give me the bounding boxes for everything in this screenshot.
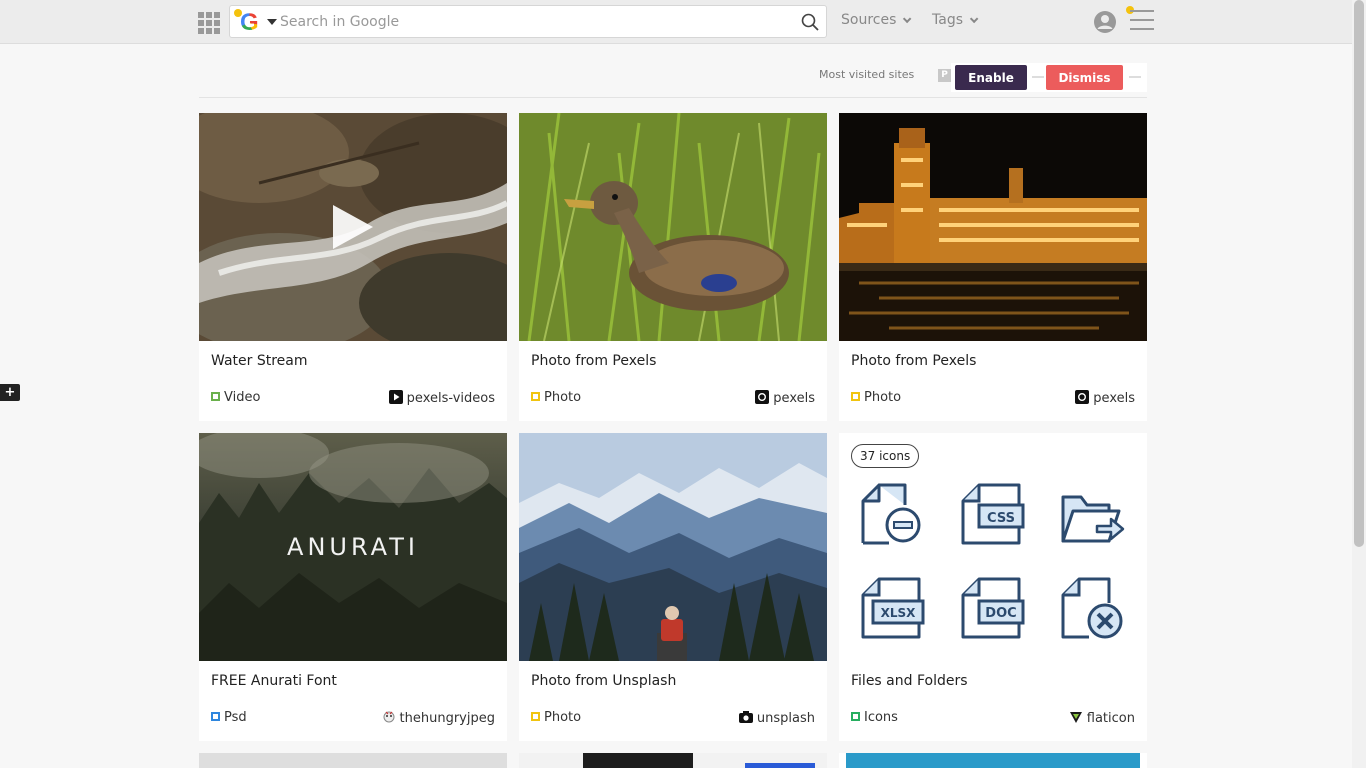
most-visited-label: Most visited sites bbox=[819, 68, 915, 81]
card-title[interactable]: Photo from Unsplash bbox=[531, 673, 676, 689]
type-label: Icons bbox=[864, 710, 898, 725]
xlsx-file-icon: XLSX bbox=[861, 577, 925, 639]
most-visited-panel: Enable Dismiss bbox=[951, 63, 1147, 92]
type-square-icon bbox=[531, 712, 540, 721]
google-icon: G bbox=[240, 9, 259, 36]
card-photo-pexels-duck[interactable]: Photo from Pexels Photo pexels bbox=[519, 113, 827, 421]
xlsx-file-label: XLSX bbox=[881, 606, 917, 620]
search-icon[interactable] bbox=[800, 12, 820, 32]
icons-count-badge: 37 icons bbox=[851, 444, 920, 468]
search-input[interactable] bbox=[280, 9, 780, 35]
tags-dropdown[interactable]: Tags bbox=[932, 12, 979, 28]
most-visited-bar: Most visited sites P Enable Dismiss bbox=[199, 58, 1147, 98]
photo-thumbnail[interactable] bbox=[519, 113, 827, 341]
type-label: Photo bbox=[864, 390, 902, 405]
card-title[interactable]: FREE Anurati Font bbox=[211, 673, 337, 689]
search-engine-selector[interactable]: G bbox=[234, 9, 277, 36]
p-badge-icon: P bbox=[938, 69, 951, 82]
source-label: unsplash bbox=[756, 711, 815, 726]
type-tag[interactable]: Photo bbox=[851, 390, 901, 405]
type-tag[interactable]: Icons bbox=[851, 710, 898, 725]
file-minus-icon bbox=[861, 483, 921, 545]
doc-file-label: DOC bbox=[985, 606, 1016, 621]
folder-export-icon bbox=[1061, 495, 1125, 543]
card-title[interactable]: Photo from Pexels bbox=[851, 353, 976, 369]
source-label: pexels-videos bbox=[406, 391, 495, 406]
arrow-right-icon bbox=[1129, 76, 1141, 78]
top-bar: G Sources Tags bbox=[0, 0, 1352, 44]
card-files-and-folders[interactable]: 37 icons CSS XLSX DOC Files and Folders … bbox=[839, 433, 1147, 741]
card-title[interactable]: Photo from Pexels bbox=[531, 353, 656, 369]
card-title[interactable]: Files and Folders bbox=[851, 673, 968, 689]
camera-icon bbox=[755, 390, 770, 404]
source-link[interactable]: pexels-videos bbox=[388, 390, 495, 406]
css-file-label: CSS bbox=[987, 511, 1015, 526]
type-tag[interactable]: Photo bbox=[531, 710, 581, 725]
card-photo-pexels-parliament[interactable]: Photo from Pexels Photo pexels bbox=[839, 113, 1147, 421]
photo-thumbnail[interactable] bbox=[519, 433, 827, 661]
sources-dropdown[interactable]: Sources bbox=[841, 12, 912, 28]
card-partial-2[interactable] bbox=[519, 753, 827, 768]
source-label: flaticon bbox=[1086, 711, 1135, 726]
type-label: Video bbox=[224, 390, 261, 405]
source-label: thehungryjpeg bbox=[399, 711, 495, 726]
apps-grid-icon[interactable] bbox=[198, 12, 220, 34]
anurati-wordmark: ANURATI bbox=[287, 533, 419, 561]
source-label: pexels bbox=[773, 391, 815, 406]
type-label: Photo bbox=[544, 390, 582, 405]
source-link[interactable]: unsplash bbox=[738, 710, 815, 726]
source-label: pexels bbox=[1093, 391, 1135, 406]
source-link[interactable]: thehungryjpeg bbox=[382, 710, 495, 726]
chevron-down-icon bbox=[903, 14, 912, 24]
psd-thumbnail[interactable]: ANURATI bbox=[199, 433, 507, 661]
video-thumbnail[interactable] bbox=[199, 113, 507, 341]
arrow-left-icon bbox=[1032, 76, 1044, 78]
flaticon-icon bbox=[1069, 712, 1082, 723]
sources-label: Sources bbox=[841, 12, 897, 28]
hungry-jpeg-icon bbox=[383, 711, 395, 723]
type-square-icon bbox=[851, 392, 860, 401]
card-anurati-font[interactable]: ANURATI FREE Anurati Font Psd thehungryj… bbox=[199, 433, 507, 741]
file-delete-icon bbox=[1061, 577, 1123, 639]
type-square-icon bbox=[211, 712, 220, 721]
card-partial-1[interactable] bbox=[199, 753, 507, 768]
enable-button[interactable]: Enable bbox=[955, 65, 1027, 90]
type-tag[interactable]: Psd bbox=[211, 710, 247, 725]
hamburger-menu-icon[interactable] bbox=[1130, 10, 1154, 32]
source-link[interactable]: flaticon bbox=[1069, 710, 1135, 726]
card-partial-3[interactable] bbox=[839, 753, 1147, 768]
card-title[interactable]: Water Stream bbox=[211, 353, 308, 369]
caret-down-icon bbox=[267, 19, 277, 25]
css-file-icon: CSS bbox=[961, 483, 1025, 545]
card-photo-unsplash[interactable]: Photo from Unsplash Photo unsplash bbox=[519, 433, 827, 741]
type-square-icon bbox=[851, 712, 860, 721]
dismiss-button[interactable]: Dismiss bbox=[1046, 65, 1123, 90]
search-box: G bbox=[229, 5, 827, 38]
user-account-icon[interactable] bbox=[1093, 10, 1117, 34]
source-link[interactable]: pexels bbox=[755, 390, 815, 406]
scrollbar-thumb[interactable] bbox=[1354, 0, 1364, 547]
tags-label: Tags bbox=[932, 12, 963, 28]
photo-thumbnail[interactable] bbox=[839, 113, 1147, 341]
scrollbar[interactable] bbox=[1352, 0, 1366, 768]
camera-icon bbox=[738, 711, 753, 723]
play-icon[interactable] bbox=[333, 205, 373, 249]
play-box-icon bbox=[388, 390, 403, 404]
doc-file-icon: DOC bbox=[961, 577, 1025, 639]
source-link[interactable]: pexels bbox=[1075, 390, 1135, 406]
type-label: Photo bbox=[544, 710, 582, 725]
type-tag[interactable]: Photo bbox=[531, 390, 581, 405]
chevron-down-icon bbox=[969, 14, 979, 24]
card-water-stream[interactable]: Water Stream Video pexels-videos bbox=[199, 113, 507, 421]
add-button[interactable]: + bbox=[0, 384, 20, 401]
type-tag[interactable]: Video bbox=[211, 390, 260, 405]
type-label: Psd bbox=[224, 710, 247, 725]
camera-icon bbox=[1075, 390, 1090, 404]
type-square-icon bbox=[531, 392, 540, 401]
icon-pack-preview[interactable]: 37 icons CSS XLSX DOC bbox=[839, 433, 1147, 661]
type-square-icon bbox=[211, 392, 220, 401]
